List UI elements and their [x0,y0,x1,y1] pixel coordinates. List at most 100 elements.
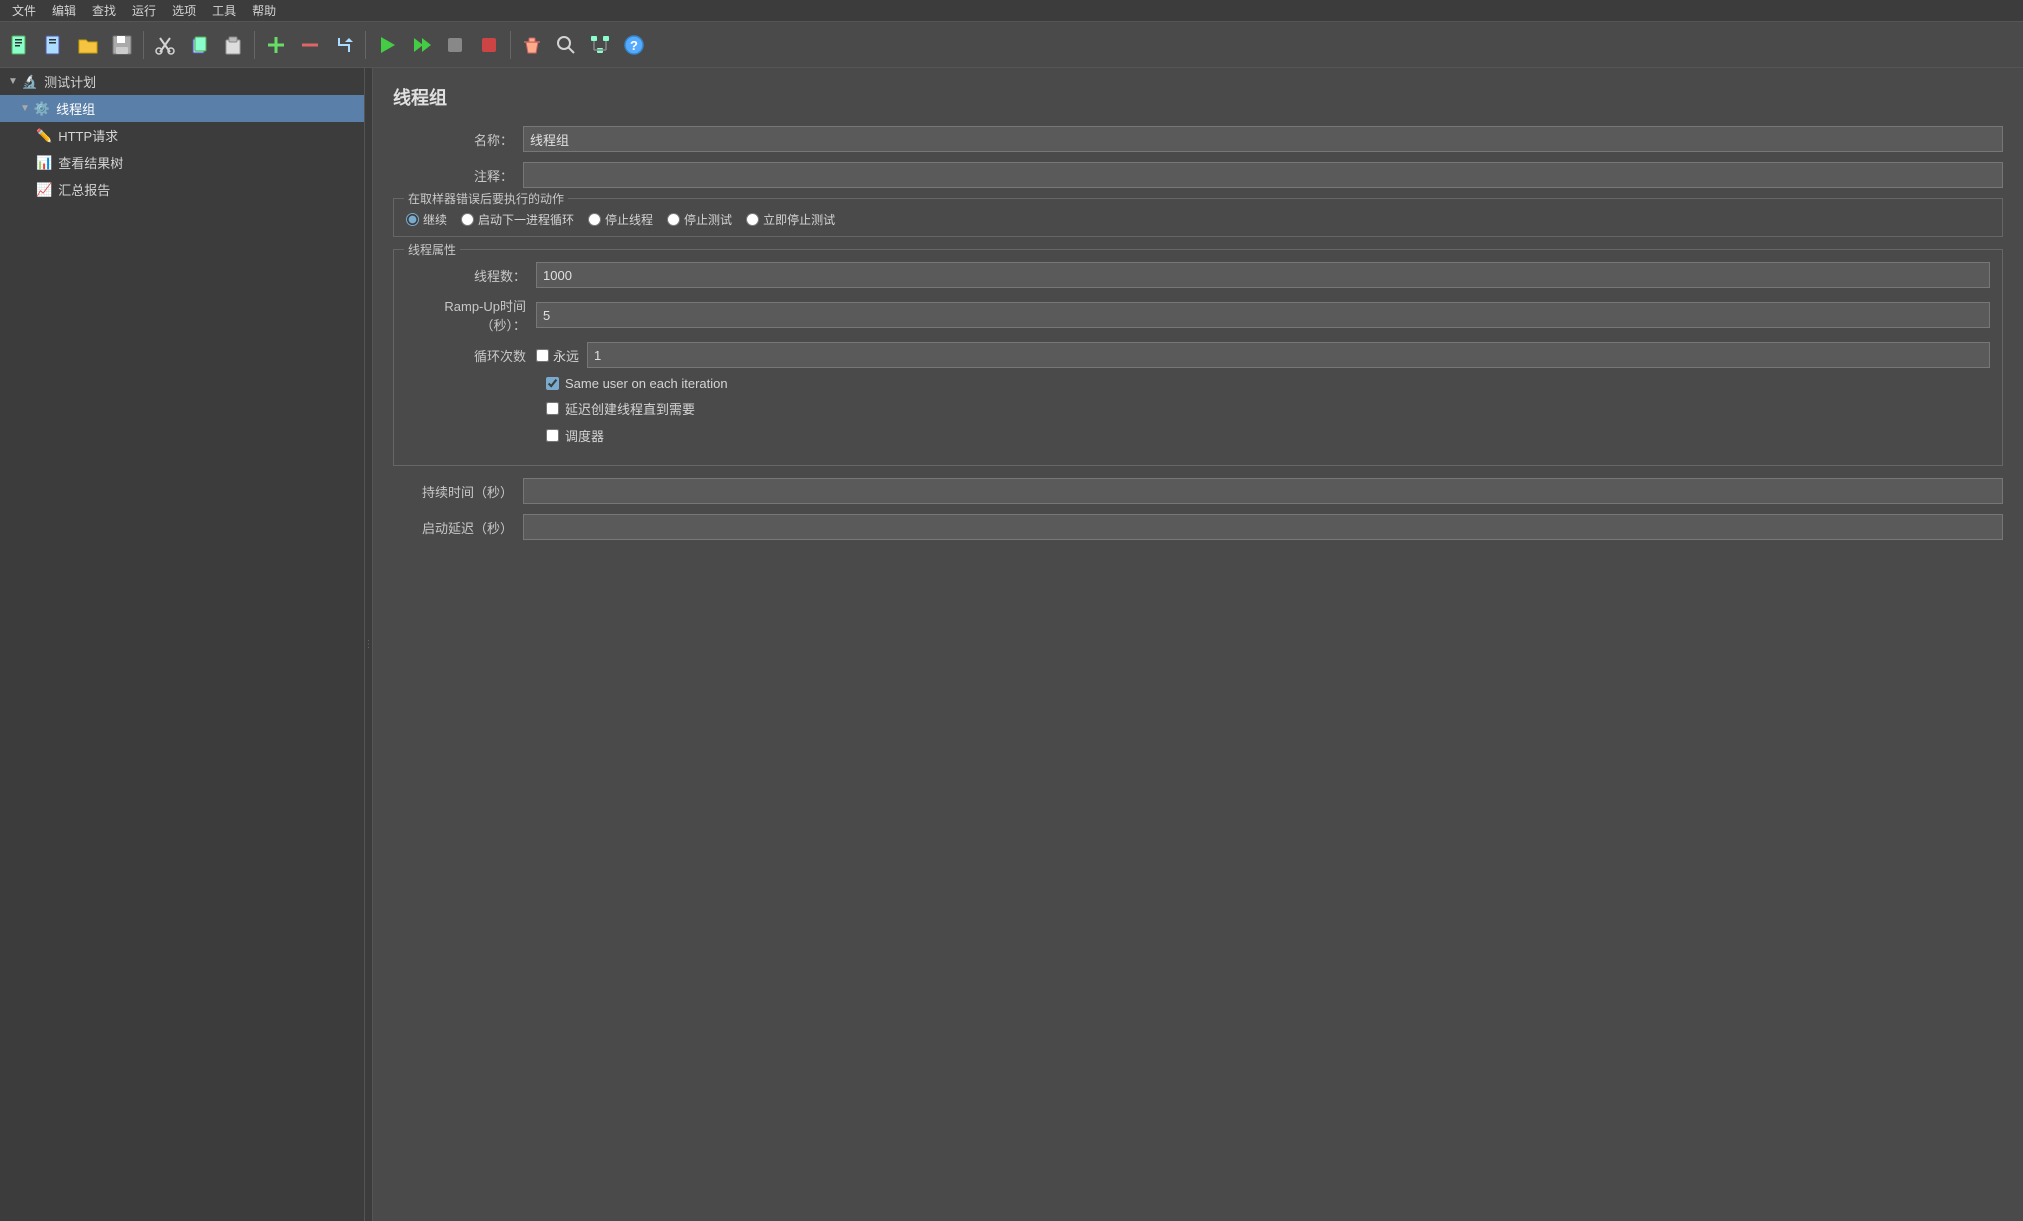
error-action-stop-thread-label: 停止线程 [605,211,653,228]
stop-now-button[interactable] [473,29,505,61]
startup-delay-input[interactable] [523,514,2003,540]
error-action-continue-radio[interactable] [406,213,419,226]
comments-label: 注释： [393,166,523,185]
test-plan-icon: 🔬 [22,74,38,90]
same-user-row: Same user on each iteration [406,376,1990,391]
thread-group-arrow: ▼ [20,103,30,114]
loop-count-row: 循环次数 永远 [406,342,1990,368]
menu-run[interactable]: 运行 [124,0,164,21]
loop-count-label: 循环次数 [406,346,536,365]
sidebar-item-test-plan[interactable]: ▼ 🔬 测试计划 [0,68,364,95]
thread-count-label: 线程数： [406,266,536,285]
view-results-tree-label: 查看结果树 [58,153,123,172]
help-button[interactable]: ? [618,29,650,61]
sidebar-item-thread-group[interactable]: ▼ ⚙️ 线程组 [0,95,364,122]
toggle-button[interactable] [328,29,360,61]
menu-file[interactable]: 文件 [4,0,44,21]
thread-group-label: 线程组 [56,99,95,118]
scheduler-checkbox[interactable] [546,429,559,442]
menu-options[interactable]: 选项 [164,0,204,21]
error-action-stop-thread[interactable]: 停止线程 [588,211,653,228]
run-no-pause-button[interactable] [405,29,437,61]
duration-input[interactable] [523,478,2003,504]
copy-button[interactable] [183,29,215,61]
forever-label: 永远 [553,346,579,365]
stop-button[interactable] [439,29,471,61]
menu-edit[interactable]: 编辑 [44,0,84,21]
error-action-stop-test-label: 停止测试 [684,211,732,228]
menubar: 文件 编辑 查找 运行 选项 工具 帮助 [0,0,2023,22]
save-button[interactable] [106,29,138,61]
clear-button[interactable] [516,29,548,61]
name-row: 名称： [393,126,2003,152]
cut-button[interactable] [149,29,181,61]
forever-check-label[interactable]: 永远 [536,346,579,365]
tree-button[interactable] [584,29,616,61]
menu-find[interactable]: 查找 [84,0,124,21]
loop-count-input[interactable] [587,342,1990,368]
comments-input[interactable] [523,162,2003,188]
toolbar-sep-1 [143,31,144,59]
ramp-up-label: Ramp-Up时间（秒）： [406,296,536,334]
template-button[interactable] [38,29,70,61]
content-area: 线程组 名称： 注释： 在取样器错误后要执行的动作 继续 启动下一进程循环 [373,68,2023,1221]
sidebar-item-summary-report[interactable]: 📈 汇总报告 [0,176,364,203]
search-button[interactable] [550,29,582,61]
error-action-start-next[interactable]: 启动下一进程循环 [461,211,574,228]
error-action-continue[interactable]: 继续 [406,211,447,228]
lazy-create-checkbox[interactable] [546,402,559,415]
error-action-stop-test[interactable]: 停止测试 [667,211,732,228]
error-action-stop-test-now[interactable]: 立即停止测试 [746,211,835,228]
resize-handle[interactable]: ⋮ [365,68,373,1221]
error-action-stop-test-now-radio[interactable] [746,213,759,226]
menu-tools[interactable]: 工具 [204,0,244,21]
error-action-group: 在取样器错误后要执行的动作 继续 启动下一进程循环 停止线程 停止测试 [393,198,2003,237]
comments-row: 注释： [393,162,2003,188]
thread-props-group: 线程属性 线程数： Ramp-Up时间（秒）： 循环次数 永远 [393,249,2003,466]
forever-checkbox[interactable] [536,349,549,362]
error-action-start-next-label: 启动下一进程循环 [478,211,574,228]
run-button[interactable] [371,29,403,61]
same-user-label: Same user on each iteration [565,376,728,391]
main-layout: ▼ 🔬 测试计划 ▼ ⚙️ 线程组 ✏️ HTTP请求 📊 查看结果树 📈 汇总… [0,68,2023,1221]
thread-count-row: 线程数： [406,262,1990,288]
startup-delay-row: 启动延迟（秒） [393,514,2003,540]
ramp-up-input[interactable] [536,302,1990,328]
error-action-stop-thread-radio[interactable] [588,213,601,226]
sidebar-item-view-results-tree[interactable]: 📊 查看结果树 [0,149,364,176]
thread-props-legend: 线程属性 [404,241,460,258]
toolbar-sep-3 [365,31,366,59]
thread-count-input[interactable] [536,262,1990,288]
thread-group-icon: ⚙️ [34,101,50,117]
scheduler-label: 调度器 [565,426,604,445]
ramp-up-row: Ramp-Up时间（秒）： [406,296,1990,334]
sidebar-item-http-request[interactable]: ✏️ HTTP请求 [0,122,364,149]
lazy-create-label: 延迟创建线程直到需要 [565,399,695,418]
svg-text:?: ? [630,38,638,53]
summary-report-label: 汇总报告 [58,180,110,199]
same-user-checkbox[interactable] [546,377,559,390]
scheduler-row: 调度器 [406,426,1990,445]
remove-button[interactable] [294,29,326,61]
lazy-create-row: 延迟创建线程直到需要 [406,399,1990,418]
paste-button[interactable] [217,29,249,61]
new-test-plan-button[interactable] [4,29,36,61]
open-button[interactable] [72,29,104,61]
test-plan-label: 测试计划 [44,72,96,91]
add-button[interactable] [260,29,292,61]
error-action-legend: 在取样器错误后要执行的动作 [404,190,568,207]
menu-help[interactable]: 帮助 [244,0,284,21]
view-results-tree-icon: 📊 [36,155,52,171]
http-request-icon: ✏️ [36,128,52,144]
toolbar-sep-4 [510,31,511,59]
duration-row: 持续时间（秒） [393,478,2003,504]
name-label: 名称： [393,130,523,149]
error-action-stop-test-now-label: 立即停止测试 [763,211,835,228]
test-plan-arrow: ▼ [8,76,18,87]
error-action-stop-test-radio[interactable] [667,213,680,226]
page-title: 线程组 [393,84,2003,110]
error-action-start-next-radio[interactable] [461,213,474,226]
error-action-continue-label: 继续 [423,211,447,228]
name-input[interactable] [523,126,2003,152]
http-request-label: HTTP请求 [58,126,118,145]
